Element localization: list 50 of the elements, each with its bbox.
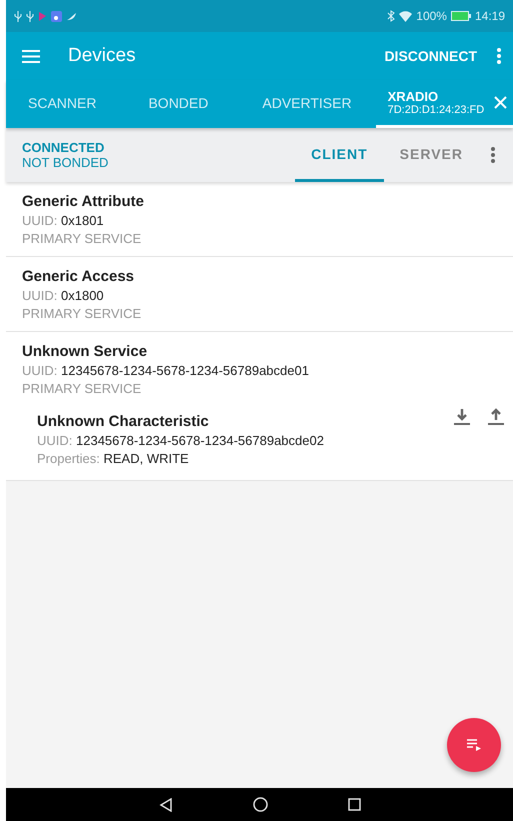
overflow-menu-icon[interactable]	[497, 48, 501, 64]
service-type: PRIMARY SERVICE	[22, 380, 142, 398]
home-icon[interactable]	[252, 797, 268, 812]
service-name: Generic Access	[22, 267, 136, 287]
device-tab[interactable]: BONDED	[118, 80, 238, 128]
service-uuid: UUID: 0x1800	[22, 287, 105, 305]
characteristic-properties: Properties: READ, WRITE	[37, 450, 190, 468]
overflow-menu-icon[interactable]	[491, 147, 495, 163]
bluetooth-icon	[387, 10, 396, 22]
service-type: PRIMARY SERVICE	[22, 305, 142, 323]
service-uuid: UUID: 0x1801	[22, 212, 105, 230]
service-row[interactable]: Generic Attribute UUID: 0x1801 PRIMARY SERVICE	[6, 182, 513, 257]
characteristic-uuid: UUID: 12345678-1234-5678-1234-56789abcde02	[37, 432, 325, 450]
toolbar-title: Devices	[68, 45, 137, 67]
music-icon	[51, 10, 62, 22]
upload-icon	[487, 408, 505, 426]
write-button[interactable]	[485, 406, 507, 428]
wifi-icon	[399, 10, 412, 22]
download-icon	[453, 408, 471, 426]
service-uuid: UUID: 12345678-1234-5678-1234-56789abcde01	[22, 362, 310, 380]
device-tab[interactable]: ADVERTISER	[238, 80, 376, 128]
service-type: PRIMARY SERVICE	[22, 230, 142, 248]
battery-icon	[450, 11, 471, 21]
tab-label: SCANNER	[28, 94, 96, 110]
tab-device-name: XRADIO	[388, 89, 440, 104]
tab-label: ADVERTISER	[262, 94, 352, 110]
log-fab[interactable]	[447, 718, 501, 772]
battery-percent: 100%	[416, 9, 447, 23]
service-name: Unknown Service	[22, 342, 148, 362]
tab-label: BONDED	[148, 94, 208, 110]
service-row[interactable]: Generic Access UUID: 0x1800 PRIMARY SERVICE	[6, 257, 513, 332]
usb-icon	[26, 10, 34, 22]
close-icon[interactable]	[494, 96, 508, 109]
characteristic-name: Unknown Characteristic	[37, 412, 210, 432]
connection-state: CONNECTED	[22, 140, 106, 155]
recents-icon[interactable]	[348, 798, 360, 811]
disconnect-button[interactable]: DISCONNECT	[380, 42, 481, 70]
bond-state: NOT BONDED	[22, 155, 110, 170]
app-icon	[38, 10, 47, 22]
clock: 14:19	[474, 9, 505, 23]
mode-tab[interactable]: SERVER	[384, 128, 479, 182]
device-tab[interactable]: SCANNER	[6, 80, 118, 128]
playlist-icon	[467, 739, 481, 751]
bird-icon	[66, 10, 77, 22]
menu-icon[interactable]	[22, 50, 40, 62]
read-button[interactable]	[451, 406, 473, 428]
service-name: Generic Attribute	[22, 192, 145, 212]
tab-device-address: 7D:2D:D1:24:23:FD	[388, 104, 484, 116]
back-icon[interactable]	[158, 798, 172, 812]
usb-icon	[14, 10, 22, 22]
